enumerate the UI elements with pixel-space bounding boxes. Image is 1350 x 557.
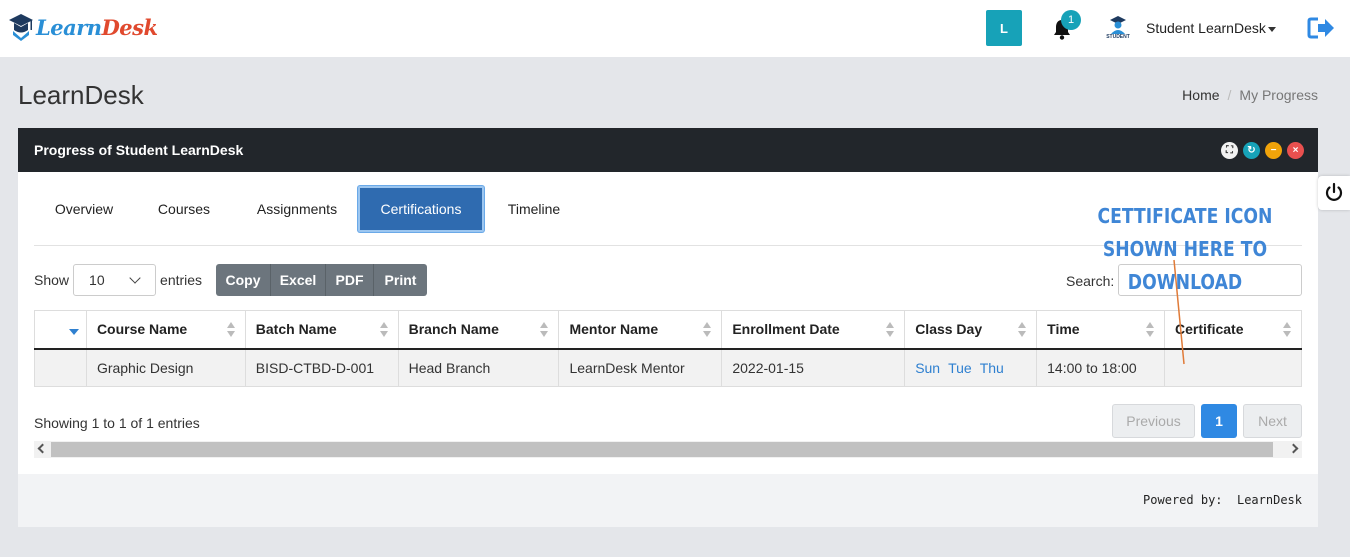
column-header-branch-name[interactable]: Branch Name bbox=[397, 310, 559, 350]
fullscreen-icon[interactable]: ⛶ bbox=[1221, 142, 1238, 159]
chevron-down-icon bbox=[129, 272, 141, 284]
scroll-left-icon[interactable] bbox=[37, 443, 48, 454]
breadcrumb-home-link[interactable]: Home bbox=[1182, 87, 1219, 103]
tab-overview[interactable]: Overview bbox=[34, 186, 134, 232]
tab-assignments[interactable]: Assignments bbox=[242, 186, 352, 232]
sort-icon bbox=[1146, 322, 1155, 338]
pagination: Previous 1 Next bbox=[1112, 404, 1302, 438]
export-button-group: Copy Excel PDF Print bbox=[216, 264, 427, 296]
horizontal-scrollbar[interactable] bbox=[34, 441, 1302, 458]
tab-courses[interactable]: Courses bbox=[144, 186, 224, 232]
column-header-label: Batch Name bbox=[255, 321, 337, 338]
cell-certificate[interactable] bbox=[1164, 348, 1302, 387]
panel-footer: Powered by: LearnDesk bbox=[18, 474, 1318, 527]
column-header-label: Mentor Name bbox=[569, 321, 659, 338]
class-day-badge: Sun bbox=[915, 359, 941, 376]
row-control-cell[interactable] bbox=[34, 348, 87, 387]
top-navbar: LearnDesk L 1 STUDENT Student LearnDesk bbox=[0, 0, 1350, 57]
student-logo-label: STUDENT bbox=[1106, 34, 1130, 40]
certificate-annotation: CETTIFICATE ICON SHOWN HERE TO DOWNLOAD bbox=[1072, 200, 1297, 299]
class-day-badge: Thu bbox=[979, 359, 1004, 376]
scroll-right-icon[interactable] bbox=[1288, 443, 1299, 454]
student-cap-icon bbox=[1110, 16, 1126, 34]
annotation-line-1: CETTIFICATE ICON bbox=[1097, 204, 1273, 228]
panel-controls: ⛶ ↻ − × bbox=[1221, 142, 1304, 159]
learndesk-logo[interactable]: LearnDesk bbox=[8, 12, 158, 42]
copy-button[interactable]: Copy bbox=[216, 264, 271, 296]
column-header-label: Branch Name bbox=[408, 321, 499, 338]
progress-panel: Progress of Student LearnDesk ⛶ ↻ − × Ov… bbox=[18, 128, 1318, 527]
refresh-icon[interactable]: ↻ bbox=[1243, 142, 1260, 159]
scrollbar-thumb[interactable] bbox=[51, 442, 1273, 457]
entries-select[interactable]: 10 bbox=[73, 264, 157, 296]
power-icon bbox=[1325, 182, 1343, 201]
next-page-button[interactable]: Next bbox=[1243, 404, 1302, 438]
chevron-down-icon[interactable] bbox=[1268, 27, 1276, 32]
sort-icon bbox=[379, 322, 389, 338]
sort-icon bbox=[1283, 322, 1292, 338]
page-title: LearnDesk bbox=[18, 80, 144, 110]
certifications-table: Course Name Batch Name Branch Name Mento… bbox=[34, 310, 1302, 387]
column-header-time[interactable]: Time bbox=[1036, 310, 1165, 350]
print-button[interactable]: Print bbox=[374, 264, 427, 296]
minimize-icon[interactable]: − bbox=[1265, 142, 1282, 159]
sort-icon bbox=[886, 322, 895, 338]
close-icon[interactable]: × bbox=[1287, 142, 1304, 159]
column-header-mentor-name[interactable]: Mentor Name bbox=[558, 310, 722, 350]
table-row: Graphic Design BISD-CTBD-D-001 Head Bran… bbox=[34, 348, 1302, 387]
cell-time: 14:00 to 18:00 bbox=[1036, 348, 1165, 387]
graduation-cap-icon bbox=[9, 14, 33, 41]
class-day-badge: Tue bbox=[948, 359, 972, 376]
excel-button[interactable]: Excel bbox=[271, 264, 326, 296]
column-header-class-day[interactable]: Class Day bbox=[904, 310, 1037, 350]
user-menu-name[interactable]: Student LearnDesk bbox=[1146, 20, 1266, 36]
powered-by-text: Powered by: LearnDesk bbox=[1143, 493, 1302, 507]
sort-icon bbox=[1018, 322, 1027, 338]
logo-text-desk: Desk bbox=[101, 14, 158, 40]
side-power-tab[interactable] bbox=[1318, 176, 1350, 210]
cell-batch-name: BISD-CTBD-D-001 bbox=[244, 348, 399, 387]
column-header-label: Class Day bbox=[915, 321, 983, 338]
tab-certifications[interactable]: Certifications bbox=[358, 186, 484, 232]
column-header-label: Enrollment Date bbox=[732, 321, 840, 338]
student-avatar[interactable]: STUDENT bbox=[1104, 15, 1132, 41]
column-header-control[interactable] bbox=[34, 310, 87, 350]
panel-title: Progress of Student LearnDesk bbox=[34, 142, 244, 158]
table-info: Showing 1 to 1 of 1 entries bbox=[34, 415, 200, 431]
logout-icon[interactable] bbox=[1307, 16, 1335, 40]
column-header-course-name[interactable]: Course Name bbox=[85, 310, 246, 350]
cell-class-day: Sun Tue Thu bbox=[904, 348, 1037, 387]
column-header-label: Course Name bbox=[96, 321, 188, 338]
column-header-batch-name[interactable]: Batch Name bbox=[244, 310, 399, 350]
show-label: Show bbox=[34, 272, 70, 288]
sort-icon bbox=[703, 322, 712, 338]
sort-icon bbox=[226, 322, 236, 338]
column-header-label: Certificate bbox=[1175, 321, 1244, 338]
panel-header: Progress of Student LearnDesk ⛶ ↻ − × bbox=[18, 128, 1318, 172]
breadcrumb: Home / My Progress bbox=[1182, 87, 1318, 103]
tab-timeline[interactable]: Timeline bbox=[496, 186, 572, 232]
entries-length-control: Show 10 entries bbox=[34, 264, 202, 296]
user-initial-button[interactable]: L bbox=[986, 10, 1022, 46]
entries-label: entries bbox=[160, 272, 203, 288]
cell-enrollment-date: 2022-01-15 bbox=[721, 348, 905, 387]
cell-mentor-name: LearnDesk Mentor bbox=[558, 348, 722, 387]
column-header-enrollment-date[interactable]: Enrollment Date bbox=[721, 310, 905, 350]
cell-course-name: Graphic Design bbox=[85, 348, 246, 387]
notification-badge: 1 bbox=[1061, 10, 1081, 30]
table-header-row: Course Name Batch Name Branch Name Mento… bbox=[34, 310, 1302, 350]
page-button-current[interactable]: 1 bbox=[1201, 404, 1237, 438]
breadcrumb-separator: / bbox=[1227, 87, 1232, 103]
sort-icon bbox=[540, 322, 549, 338]
cell-branch-name: Head Branch bbox=[397, 348, 559, 387]
logo-text-learn: Learn bbox=[36, 14, 102, 40]
sort-desc-icon bbox=[69, 329, 79, 335]
entries-select-value: 10 bbox=[89, 272, 105, 288]
column-header-certificate[interactable]: Certificate bbox=[1164, 310, 1302, 350]
previous-page-button[interactable]: Previous bbox=[1112, 404, 1195, 438]
annotation-line-2: SHOWN HERE TO DOWNLOAD bbox=[1102, 237, 1268, 294]
column-header-label: Time bbox=[1047, 321, 1080, 338]
breadcrumb-current: My Progress bbox=[1239, 87, 1318, 103]
pdf-button[interactable]: PDF bbox=[326, 264, 374, 296]
